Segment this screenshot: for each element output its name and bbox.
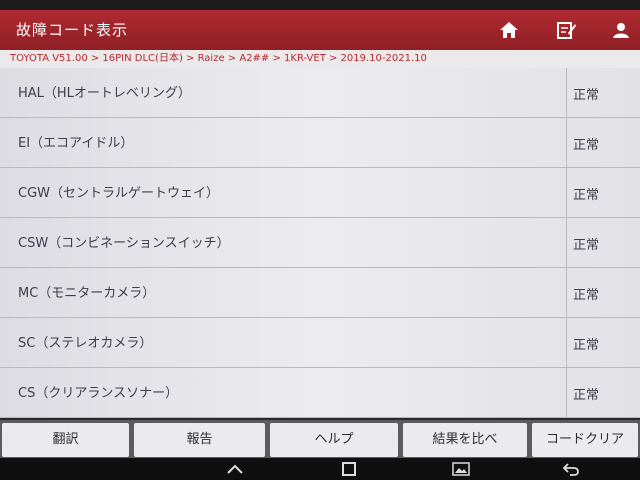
report-icon[interactable] bbox=[555, 20, 577, 40]
bottom-toolbar: 翻訳 報告 ヘルプ 結果を比べ コードクリア bbox=[0, 420, 640, 458]
system-name: SC（ステレオカメラ） bbox=[18, 336, 153, 351]
list-item[interactable]: HAL（HLオートレベリング） 正常 bbox=[0, 68, 640, 118]
status-cell: 正常 bbox=[566, 168, 640, 217]
chevron-up-icon[interactable] bbox=[226, 461, 244, 477]
home-icon[interactable] bbox=[498, 20, 520, 40]
status-text: 正常 bbox=[573, 88, 600, 103]
system-name: CGW（セントラルゲートウェイ） bbox=[18, 186, 220, 201]
help-button[interactable]: ヘルプ bbox=[270, 423, 398, 457]
status-text: 正常 bbox=[573, 138, 600, 153]
page-title: 故障コード表示 bbox=[16, 21, 129, 39]
compare-results-button[interactable]: 結果を比べ bbox=[403, 423, 527, 457]
status-text: 正常 bbox=[573, 388, 600, 403]
system-name: CS（クリアランスソナー） bbox=[18, 386, 179, 401]
back-icon[interactable] bbox=[562, 461, 580, 477]
home-square-icon[interactable] bbox=[340, 461, 358, 477]
clear-codes-button[interactable]: コードクリア bbox=[532, 423, 638, 457]
list-item[interactable]: CGW（セントラルゲートウェイ） 正常 bbox=[0, 168, 640, 218]
list-item[interactable]: CSW（コンビネーションスイッチ） 正常 bbox=[0, 218, 640, 268]
android-nav-bar bbox=[0, 458, 640, 480]
user-icon[interactable] bbox=[610, 20, 632, 40]
breadcrumb: TOYOTA V51.00 > 16PIN DLC(日本) > Raize > … bbox=[0, 50, 640, 68]
list-item[interactable]: SC（ステレオカメラ） 正常 bbox=[0, 318, 640, 368]
status-cell: 正常 bbox=[566, 268, 640, 317]
system-name: HAL（HLオートレベリング） bbox=[18, 86, 191, 101]
status-text: 正常 bbox=[573, 338, 600, 353]
system-status-list: HAL（HLオートレベリング） 正常 EI（エコアイドル） 正常 CGW（セント… bbox=[0, 68, 640, 418]
status-cell: 正常 bbox=[566, 368, 640, 417]
system-name: EI（エコアイドル） bbox=[18, 136, 134, 151]
status-text: 正常 bbox=[573, 188, 600, 203]
list-item[interactable]: MC（モニターカメラ） 正常 bbox=[0, 268, 640, 318]
status-cell: 正常 bbox=[566, 118, 640, 167]
system-name: CSW（コンビネーションスイッチ） bbox=[18, 236, 230, 251]
gallery-icon[interactable] bbox=[452, 461, 470, 477]
status-cell: 正常 bbox=[566, 218, 640, 267]
list-item[interactable]: EI（エコアイドル） 正常 bbox=[0, 118, 640, 168]
status-text: 正常 bbox=[573, 238, 600, 253]
report-button[interactable]: 報告 bbox=[134, 423, 265, 457]
list-item[interactable]: CS（クリアランスソナー） 正常 bbox=[0, 368, 640, 418]
status-cell: 正常 bbox=[566, 68, 640, 117]
status-cell: 正常 bbox=[566, 318, 640, 367]
status-text: 正常 bbox=[573, 288, 600, 303]
system-name: MC（モニターカメラ） bbox=[18, 286, 156, 301]
translate-button[interactable]: 翻訳 bbox=[2, 423, 129, 457]
title-bar: 故障コード表示 bbox=[0, 10, 640, 50]
